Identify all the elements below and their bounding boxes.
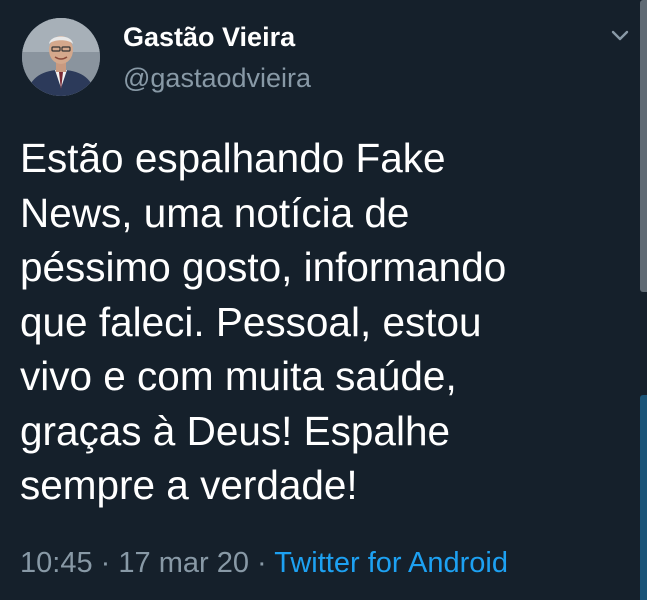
tweet-card: Gastão Vieira @gastaodvieira Estão espal…: [0, 0, 647, 600]
scrollbar-track[interactable]: [640, 395, 647, 600]
tweet-time[interactable]: 10:45: [20, 547, 93, 579]
chevron-down-icon[interactable]: [610, 28, 630, 42]
avatar[interactable]: [22, 18, 100, 96]
author-display-name[interactable]: Gastão Vieira: [123, 22, 295, 53]
meta-separator: ·: [257, 547, 267, 579]
tweet-source-link[interactable]: Twitter for Android: [274, 547, 508, 579]
scrollbar-thumb[interactable]: [640, 0, 647, 292]
tweet-text: Estão espalhando Fake News, uma notícia …: [20, 135, 507, 508]
avatar-photo: [22, 18, 100, 96]
tweet-meta: 10:45 · 17 mar 20 · Twitter for Android: [20, 545, 508, 581]
author-handle[interactable]: @gastaodvieira: [123, 63, 311, 94]
tweet-date[interactable]: 17 mar 20: [118, 547, 249, 579]
meta-separator: ·: [100, 547, 111, 579]
